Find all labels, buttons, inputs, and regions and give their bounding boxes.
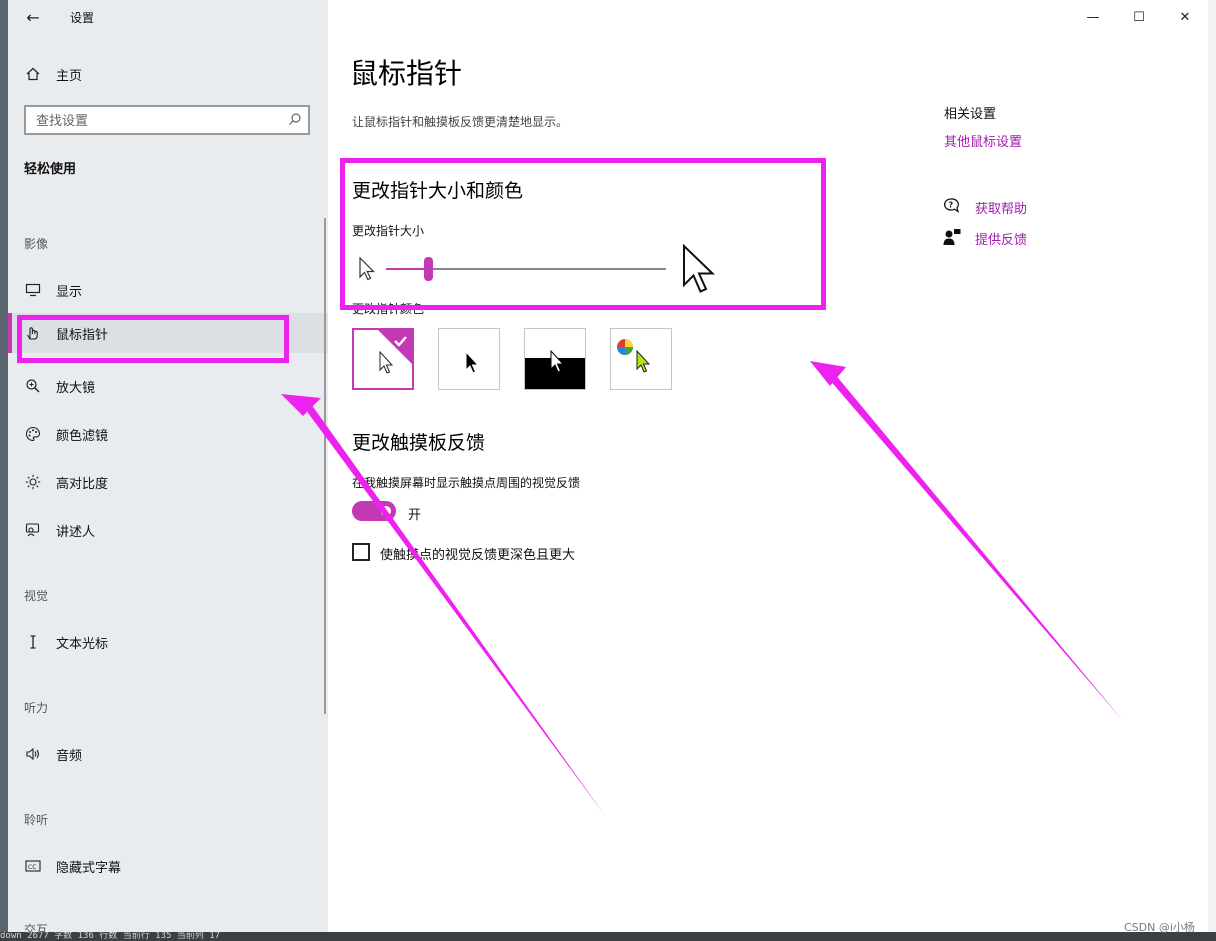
sidebar-item-label: 隐藏式字幕	[56, 860, 122, 876]
home-icon	[24, 65, 42, 83]
give-feedback-link[interactable]: 提供反馈	[975, 229, 1027, 248]
darker-feedback-label: 使触摸点的视觉反馈更深色且更大	[380, 548, 576, 563]
toggle-state-label: 开	[408, 508, 422, 523]
highlight-box-sidebar-item	[17, 315, 289, 363]
close-icon: ✕	[1179, 9, 1191, 25]
search-input[interactable]	[26, 107, 278, 135]
sidebar-item-label: 放大镜	[56, 380, 96, 396]
sidebar-scrollbar[interactable]	[324, 218, 326, 714]
other-mouse-settings-link[interactable]: 其他鼠标设置	[944, 131, 1022, 150]
search-icon	[288, 112, 302, 126]
minimize-icon: —	[1086, 9, 1100, 25]
toggle-knob	[381, 506, 391, 516]
palette-icon	[24, 425, 42, 443]
get-help-link[interactable]: 获取帮助	[975, 198, 1027, 217]
app-title: 设置	[70, 11, 95, 25]
touch-feedback-label: 在我触摸屏幕时显示触摸点周围的视觉反馈	[352, 476, 581, 490]
sidebar-item-label: 颜色滤镜	[56, 428, 109, 444]
background-status-bar: down 2677 字数 136 行数 当前行 135 当前列 17	[0, 932, 1216, 941]
cc-icon: CC	[24, 857, 42, 875]
sidebar-item-label: 显示	[56, 284, 83, 300]
maximize-icon: ☐	[1133, 9, 1145, 25]
main-content: — ☐ ✕ 鼠标指针 让鼠标指针和触摸板反馈更清楚地显示。 更改指针大小和颜色 …	[328, 0, 1208, 932]
sidebar-item-magnifier[interactable]: 放大镜	[8, 366, 328, 406]
group-title: 轻松使用	[24, 162, 77, 177]
sidebar-item-high-contrast[interactable]: 高对比度	[8, 462, 328, 502]
darker-feedback-checkbox[interactable]	[352, 543, 370, 561]
section-label-visual: 视觉	[24, 589, 49, 603]
maximize-button[interactable]: ☐	[1116, 0, 1162, 34]
help-icon: ?	[942, 197, 962, 219]
sidebar-item-label: 主页	[56, 68, 83, 84]
text-cursor-icon	[24, 633, 42, 651]
sidebar-item-display[interactable]: 显示	[8, 270, 328, 310]
back-arrow-icon: ←	[26, 7, 40, 27]
sidebar-item-text-cursor[interactable]: 文本光标	[8, 622, 328, 662]
minimize-button[interactable]: —	[1070, 0, 1116, 34]
brightness-icon	[24, 473, 42, 491]
feedback-icon	[943, 228, 961, 250]
pointer-color-white[interactable]	[352, 328, 414, 390]
page-title: 鼠标指针	[350, 57, 463, 90]
page-description: 让鼠标指针和触摸板反馈更清楚地显示。	[352, 115, 569, 129]
sidebar-item-closed-captions[interactable]: CC 隐藏式字幕	[8, 846, 328, 886]
narrator-icon	[24, 521, 42, 539]
section-label-listening: 聆听	[24, 813, 49, 827]
pointer-color-black[interactable]	[438, 328, 500, 390]
sidebar-item-color-filters[interactable]: 颜色滤镜	[8, 414, 328, 454]
section-label-hearing: 听力	[24, 701, 49, 715]
svg-text:?: ?	[949, 201, 954, 210]
magnifier-icon	[24, 377, 42, 395]
svg-text:CC: CC	[28, 864, 36, 871]
related-settings-title: 相关设置	[944, 107, 997, 122]
sidebar-item-audio[interactable]: 音频	[8, 734, 328, 774]
pointer-color-custom[interactable]	[610, 328, 672, 390]
speaker-icon	[24, 745, 42, 763]
sidebar-item-label: 讲述人	[56, 524, 96, 540]
sidebar-item-label: 音频	[56, 748, 83, 764]
touch-feedback-toggle[interactable]	[352, 501, 396, 521]
background-app-edge	[1208, 0, 1216, 932]
pointer-color-inverted[interactable]	[524, 328, 586, 390]
close-button[interactable]: ✕	[1162, 0, 1208, 34]
touch-feedback-heading: 更改触摸板反馈	[352, 432, 486, 454]
sidebar-item-narrator[interactable]: 讲述人	[8, 510, 328, 550]
section-label-interaction: 交互	[24, 923, 49, 932]
sidebar: ← 设置 主页 轻松使用 影像 显示	[8, 0, 328, 932]
title-bar: ← 设置	[8, 0, 328, 36]
sidebar-item-label: 高对比度	[56, 476, 109, 492]
monitor-icon	[24, 281, 42, 299]
watermark: CSDN @i小杨	[1124, 921, 1195, 934]
section-label-vision: 影像	[24, 237, 49, 251]
selection-indicator	[8, 313, 12, 353]
sidebar-item-label: 文本光标	[56, 636, 109, 652]
search-field[interactable]	[24, 105, 310, 135]
back-button[interactable]: ←	[22, 6, 44, 28]
settings-window: ← 设置 主页 轻松使用 影像 显示	[8, 0, 1208, 932]
highlight-box-size-section	[340, 158, 826, 310]
sidebar-item-home[interactable]: 主页	[8, 54, 328, 94]
